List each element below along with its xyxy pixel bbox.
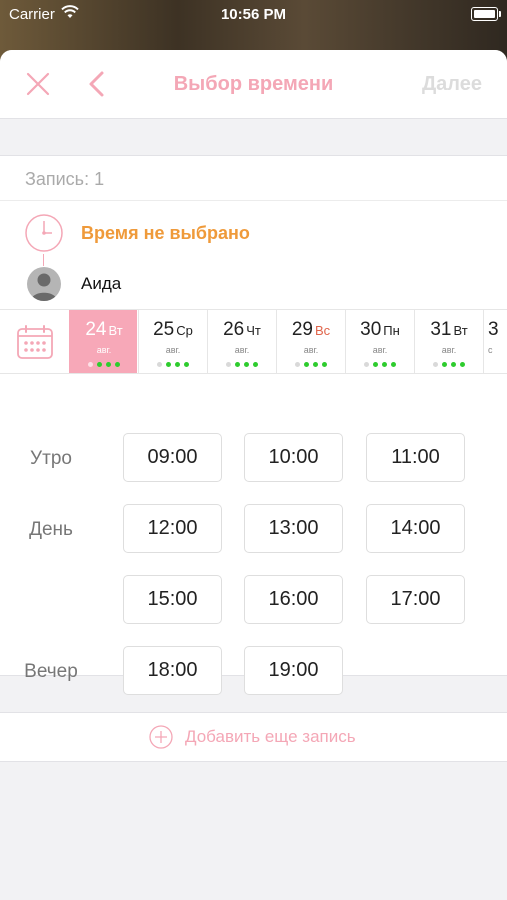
time-slot-0900[interactable]: 09:00 [123, 433, 222, 482]
calendar-button[interactable] [0, 310, 69, 373]
entry-label: Запись: 1 [25, 169, 105, 189]
master-name: Аида [81, 274, 122, 293]
clock-time: 10:56 PM [220, 6, 287, 23]
availability-dots [415, 354, 483, 372]
time-slot-1000[interactable]: 10:00 [244, 433, 343, 482]
day-month: с [488, 345, 493, 355]
add-entry-button[interactable]: Добавить еще запись [0, 712, 507, 762]
period-day: День [29, 519, 73, 540]
status-bar: Carrier 10:56 PM [0, 0, 507, 30]
timeline-connector [43, 254, 44, 266]
availability-dots [70, 354, 138, 372]
time-slot-1100[interactable]: 11:00 [366, 433, 465, 482]
day-cell-26[interactable]: 26 Чт авг. [207, 310, 275, 373]
availability-dots [277, 354, 345, 372]
time-slot-1300[interactable]: 13:00 [244, 504, 343, 553]
clock-icon [24, 213, 64, 253]
next-button[interactable]: Далее [422, 73, 482, 96]
time-slot-1700[interactable]: 17:00 [366, 575, 465, 624]
time-status: Время не выбрано [81, 223, 250, 243]
time-slot-1900[interactable]: 19:00 [244, 646, 343, 695]
day-cell-29[interactable]: 29 Вс авг. [276, 310, 344, 373]
avatar [27, 267, 61, 301]
nav-bar: Выбор времени Далее [0, 50, 507, 119]
day-number: 29 Вс [291, 319, 331, 340]
day-strip: 24 Вт авг. 25 Ср авг. 26 Чт авг. 29 Вс авг. … [0, 309, 507, 374]
time-slot-1600[interactable]: 16:00 [244, 575, 343, 624]
calendar-icon [16, 324, 54, 360]
day-number: 31 Вт [430, 319, 468, 340]
battery-icon [471, 7, 501, 21]
booking-card: Запись: 1 Время не выбрано Аида 24 Вт ав… [0, 155, 507, 695]
availability-dots [346, 354, 414, 372]
time-slot-1200[interactable]: 12:00 [123, 504, 222, 553]
modal-sheet: Выбор времени Далее Запись: 1 Время не в… [0, 50, 507, 900]
time-slot-1400[interactable]: 14:00 [366, 504, 465, 553]
day-cell-31[interactable]: 31 Вт авг. [414, 310, 482, 373]
day-number: 3 [488, 319, 499, 340]
day-cell-24[interactable]: 24 Вт авг. [69, 310, 137, 373]
add-entry-label: Добавить еще запись [185, 727, 356, 746]
time-slot-1800[interactable]: 18:00 [123, 646, 222, 695]
time-slot-1500[interactable]: 15:00 [123, 575, 222, 624]
day-number: 30 Пн [360, 319, 400, 340]
period-evening: Вечер [24, 661, 78, 682]
day-number: 26 Чт [223, 319, 261, 340]
day-cell-25[interactable]: 25 Ср авг. [138, 310, 206, 373]
availability-dots [139, 354, 207, 372]
period-morning: Утро [30, 448, 72, 469]
day-number: 24 Вт [85, 319, 123, 340]
day-number: 25 Ср [153, 319, 193, 340]
availability-dots [208, 354, 276, 372]
plus-circle-icon [149, 725, 173, 749]
day-cell-30[interactable]: 30 Пн авг. [345, 310, 413, 373]
day-cell-partial[interactable]: 3 с [483, 310, 507, 373]
divider [0, 200, 507, 201]
